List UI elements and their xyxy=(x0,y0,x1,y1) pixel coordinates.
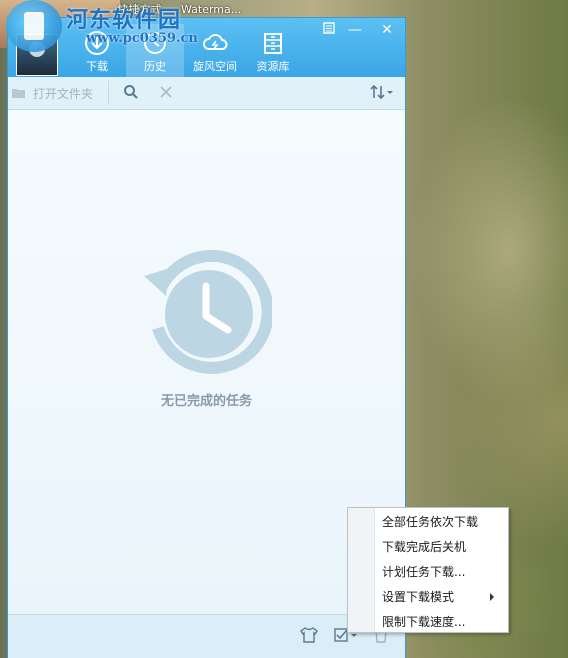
tab-download-label: 下载 xyxy=(86,60,108,73)
close-button[interactable]: ✕ xyxy=(376,20,398,40)
empty-history-icon xyxy=(144,249,272,374)
sort-icon[interactable] xyxy=(370,84,394,100)
tab-history-label: 历史 xyxy=(144,60,166,73)
open-folder-button[interactable]: 打开文件夹 xyxy=(12,85,93,102)
submenu-arrow-icon xyxy=(490,593,494,601)
menu-item-limit-speed[interactable]: 限制下载速度... xyxy=(382,610,502,634)
toolbar: 打开文件夹 xyxy=(8,77,405,110)
minimize-button[interactable]: — xyxy=(344,20,366,40)
cloud-icon xyxy=(203,34,228,50)
watermark-title: 河东软件园 xyxy=(66,7,182,33)
skin-icon[interactable] xyxy=(300,627,318,643)
tab-library[interactable]: 资源库 xyxy=(244,24,302,77)
search-icon[interactable] xyxy=(123,84,139,100)
task-list-area: 无已完成的任务 xyxy=(8,110,405,614)
tab-library-label: 资源库 xyxy=(256,60,290,73)
menu-item-download-all-sequentially[interactable]: 全部任务依次下载 xyxy=(382,510,502,534)
menu-item-scheduled-download[interactable]: 计划任务下载... xyxy=(382,560,502,584)
menu-gutter xyxy=(348,508,375,632)
menu-item-label: 全部任务依次下载 xyxy=(382,515,479,529)
close-icon[interactable] xyxy=(158,84,174,100)
context-menu: 全部任务依次下载 下载完成后关机 计划任务下载... 设置下载模式 限制下载速度… xyxy=(347,507,509,633)
toolbar-divider xyxy=(108,81,109,105)
watermark-logo xyxy=(6,0,62,52)
empty-message: 无已完成的任务 xyxy=(160,394,252,409)
menu-icon xyxy=(323,22,335,34)
menu-item-shutdown-after-download[interactable]: 下载完成后关机 xyxy=(382,535,502,559)
menu-item-label: 设置下载模式 xyxy=(382,590,455,604)
status-bar xyxy=(8,614,405,658)
taskbar-item-watermark[interactable]: Waterma... xyxy=(181,3,241,16)
watermark-url: www.pc0359.cn xyxy=(86,31,198,46)
folder-icon xyxy=(12,89,25,98)
menu-item-label: 下载完成后关机 xyxy=(382,540,467,554)
menu-button[interactable] xyxy=(318,20,340,40)
menu-item-download-mode[interactable]: 设置下载模式 xyxy=(382,585,502,609)
menu-item-label: 限制下载速度... xyxy=(382,615,466,629)
menu-item-label: 计划任务下载... xyxy=(382,565,466,579)
tab-cloud-space-label: 旋风空间 xyxy=(193,60,237,73)
library-icon xyxy=(264,33,282,54)
open-folder-label: 打开文件夹 xyxy=(32,87,93,101)
